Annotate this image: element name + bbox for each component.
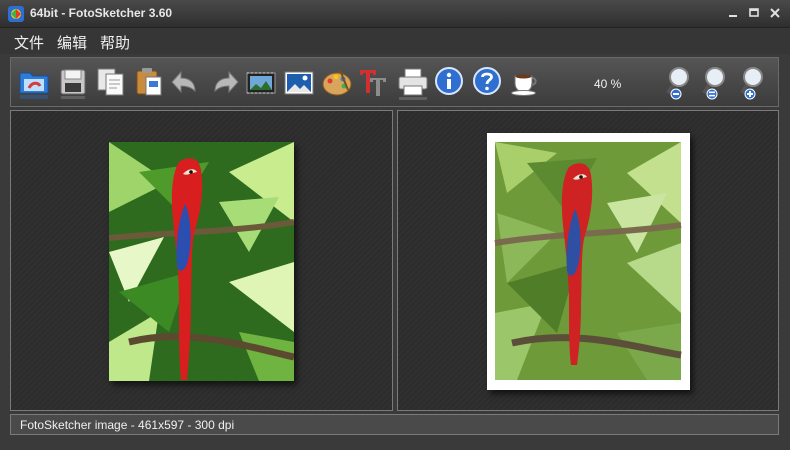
- undo-icon[interactable]: [169, 64, 203, 102]
- coffee-cup-icon[interactable]: [508, 64, 542, 102]
- redo-icon[interactable]: [207, 64, 241, 102]
- status-text: FotoSketcher image - 461x597 - 300 dpi: [20, 418, 235, 432]
- toolbar: 40 %: [10, 57, 779, 107]
- minimize-icon[interactable]: [726, 6, 740, 20]
- printer-icon[interactable]: [396, 64, 430, 102]
- copy-icon[interactable]: [94, 64, 128, 102]
- window-title: 64bit - FotoSketcher 3.60: [30, 6, 173, 20]
- menu-bar: 文件 编辑 帮助: [0, 28, 790, 54]
- sketch-photo: [487, 133, 690, 390]
- status-bar: FotoSketcher image - 461x597 - 300 dpi: [10, 414, 779, 435]
- original-image-pane[interactable]: [10, 110, 393, 411]
- paste-clipboard-icon[interactable]: [132, 64, 166, 102]
- help-icon[interactable]: [470, 64, 504, 102]
- app-logo-icon: [8, 6, 24, 22]
- batch-film-icon[interactable]: [244, 64, 278, 102]
- open-folder-icon[interactable]: [17, 64, 51, 102]
- close-icon[interactable]: [768, 6, 782, 20]
- zoom-reset-icon[interactable]: [699, 64, 733, 102]
- sketch-image-pane[interactable]: [397, 110, 779, 411]
- zoom-in-icon[interactable]: [737, 64, 771, 102]
- save-disk-icon[interactable]: [56, 64, 90, 102]
- menu-file[interactable]: 文件: [14, 32, 44, 53]
- image-params-icon[interactable]: [282, 64, 316, 102]
- maximize-icon[interactable]: [747, 6, 761, 20]
- text-T-icon[interactable]: [356, 64, 390, 102]
- menu-help[interactable]: 帮助: [100, 32, 130, 53]
- info-icon[interactable]: [432, 64, 466, 102]
- original-photo: [109, 142, 294, 381]
- menu-edit[interactable]: 编辑: [57, 32, 87, 53]
- zoom-level-label: 40 %: [594, 77, 622, 91]
- zoom-out-icon[interactable]: [663, 64, 697, 102]
- palette-icon[interactable]: [320, 64, 354, 102]
- title-bar: 64bit - FotoSketcher 3.60: [0, 0, 790, 28]
